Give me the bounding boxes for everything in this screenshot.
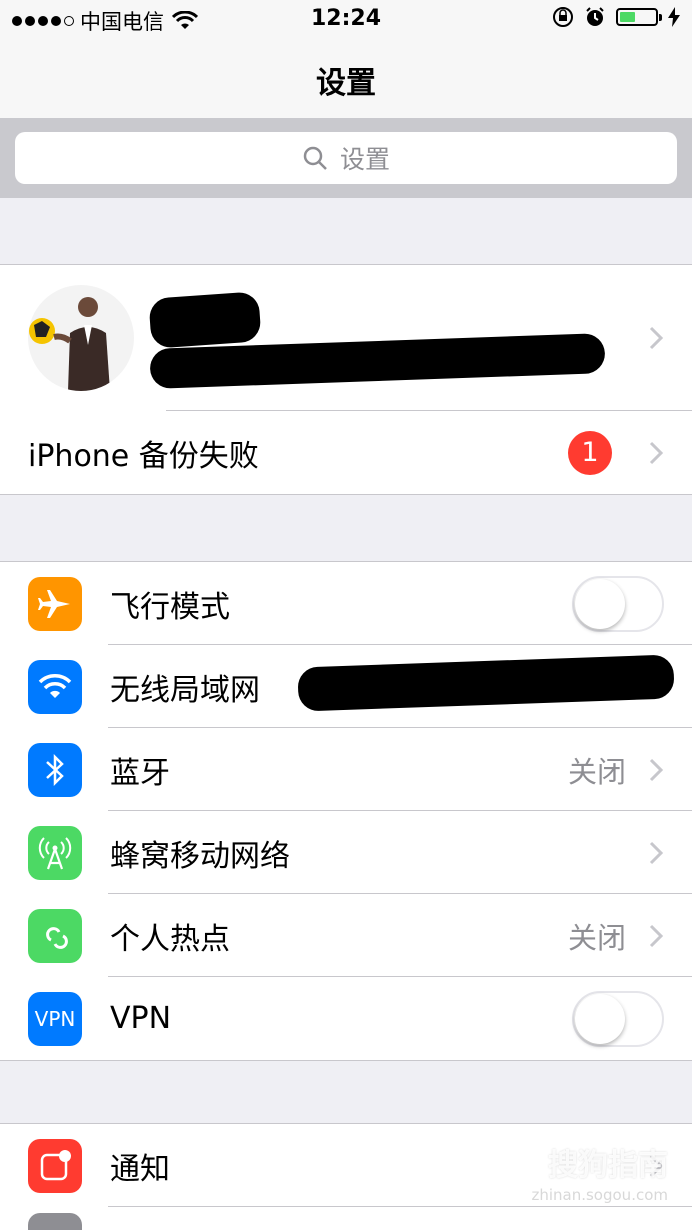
bluetooth-row[interactable]: 蓝牙 关闭 — [0, 728, 692, 811]
connectivity-group: 飞行模式 无线局域网 蓝牙 关闭 蜂窝移动网络 个人热点 关闭 VPN VPN — [0, 561, 692, 1061]
chevron-right-icon — [649, 924, 664, 947]
cellular-icon — [28, 825, 82, 880]
vpn-toggle[interactable] — [572, 990, 664, 1047]
bluetooth-label: 蓝牙 — [110, 755, 170, 791]
chevron-right-icon — [649, 441, 664, 464]
bluetooth-icon — [28, 742, 82, 797]
control-center-icon — [28, 1213, 82, 1230]
backup-label: iPhone 备份失败 — [28, 438, 259, 474]
hotspot-icon — [28, 908, 82, 963]
wifi-row[interactable]: 无线局域网 — [0, 645, 692, 728]
vpn-icon: VPN — [28, 991, 82, 1046]
status-bar: 中国电信 12:24 — [0, 0, 692, 38]
battery-icon — [616, 8, 662, 26]
search-area: 设置 — [0, 118, 692, 198]
airplane-icon — [28, 576, 82, 631]
backup-failed-row[interactable]: iPhone 备份失败 1 — [0, 411, 692, 494]
alarm-icon — [586, 7, 604, 26]
chevron-right-icon — [649, 841, 664, 864]
charging-icon — [668, 7, 680, 27]
airplane-mode-label: 飞行模式 — [110, 589, 230, 625]
wifi-label: 无线局域网 — [110, 672, 260, 708]
avatar — [28, 285, 134, 391]
notification-badge: 1 — [568, 430, 612, 475]
status-icons — [552, 6, 680, 28]
hotspot-label: 个人热点 — [110, 921, 230, 957]
apple-id-row[interactable] — [0, 265, 692, 411]
redacted-account-info — [148, 291, 262, 349]
chevron-right-icon — [649, 758, 664, 781]
vpn-row[interactable]: VPN VPN — [0, 977, 692, 1060]
hotspot-row[interactable]: 个人热点 关闭 — [0, 894, 692, 977]
search-icon — [303, 146, 327, 170]
watermark-logo: 搜狗指南 — [548, 1148, 668, 1183]
airplane-mode-row[interactable]: 飞行模式 — [0, 562, 692, 645]
search-input[interactable]: 设置 — [15, 132, 677, 184]
hotspot-status: 关闭 — [567, 920, 626, 955]
chevron-right-icon — [649, 326, 664, 350]
wifi-icon — [28, 659, 82, 714]
bluetooth-status: 关闭 — [567, 754, 626, 789]
orientation-lock-icon — [553, 7, 573, 27]
cellular-row[interactable]: 蜂窝移动网络 — [0, 811, 692, 894]
vpn-label: VPN — [110, 1001, 172, 1036]
page-title: 设置 — [316, 66, 376, 101]
airplane-mode-toggle[interactable] — [572, 575, 664, 632]
navigation-bar: 设置 — [0, 38, 692, 118]
profile-group: iPhone 备份失败 1 — [0, 264, 692, 495]
redacted-network-name — [297, 654, 675, 712]
notifications-icon — [28, 1138, 82, 1193]
search-placeholder: 设置 — [339, 145, 390, 174]
notifications-label: 通知 — [110, 1151, 170, 1187]
watermark-url: zhinan.sogou.com — [531, 1186, 668, 1204]
cellular-label: 蜂窝移动网络 — [110, 838, 290, 874]
next-settings-row[interactable] — [0, 1207, 692, 1230]
